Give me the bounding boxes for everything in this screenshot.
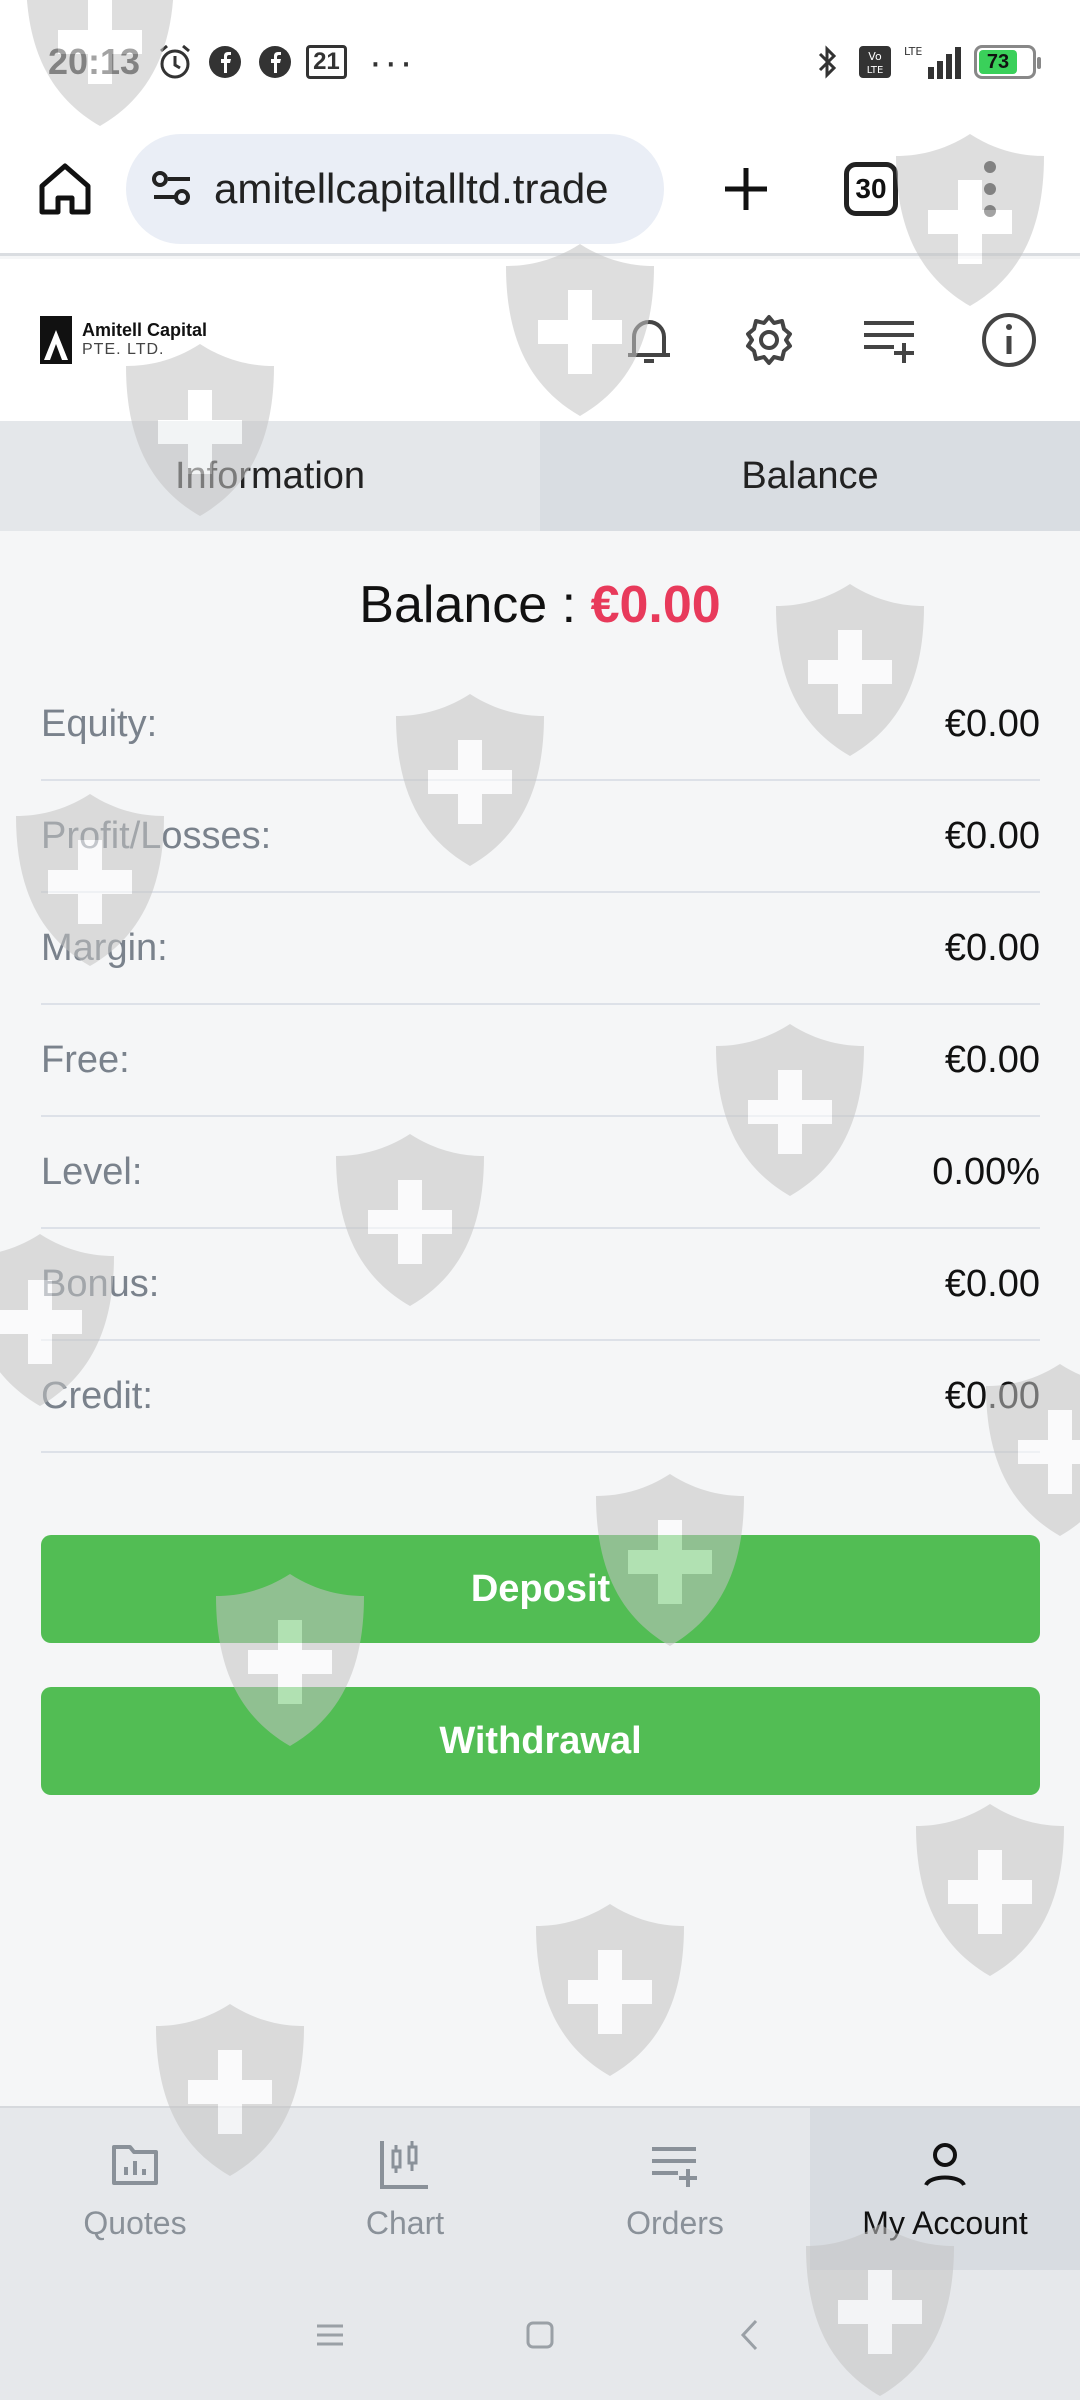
deposit-button[interactable]: Deposit: [41, 1535, 1040, 1643]
back-icon[interactable]: [730, 2315, 770, 2355]
company-logo[interactable]: Amitell Capital PTE. LTD.: [40, 316, 207, 364]
address-bar[interactable]: amitellcapitalltd.trade: [126, 133, 664, 244]
bluetooth-icon: [808, 43, 846, 81]
nav-chart[interactable]: Chart: [270, 2108, 540, 2270]
equity-row: Equity: €0.00: [41, 669, 1040, 781]
signal-icon: LTE: [904, 43, 964, 81]
nav-label: Quotes: [83, 2204, 187, 2241]
tab-information[interactable]: Information: [0, 421, 540, 531]
row-label: Equity:: [41, 702, 158, 745]
level-row: Level: 0.00%: [41, 1117, 1040, 1229]
row-value: €0.00: [944, 702, 1040, 745]
row-label: Profit/Losses:: [41, 814, 272, 857]
row-value: €0.00: [944, 1262, 1040, 1305]
svg-text:Vo: Vo: [868, 50, 882, 63]
logo-subtitle: PTE. LTD.: [82, 341, 165, 359]
account-icon: [924, 2142, 966, 2186]
nav-label: Chart: [365, 2204, 445, 2241]
settings-gear-icon[interactable]: [738, 309, 800, 371]
balance-amount: €0.00: [590, 576, 721, 634]
tab-switcher-button[interactable]: 30: [844, 161, 898, 216]
status-bar: 20:13 21 ··· Vo LTE LTE 73: [0, 0, 1080, 124]
nav-my-account[interactable]: My Account: [810, 2108, 1080, 2270]
chart-icon: [380, 2140, 428, 2189]
volte-icon: Vo LTE: [856, 43, 894, 81]
row-label: Credit:: [41, 1374, 153, 1417]
nav-quotes[interactable]: Quotes: [0, 2108, 270, 2270]
facebook-icon: [206, 43, 244, 81]
row-value: 0.00%: [932, 1150, 1040, 1193]
logo-name: Amitell Capital: [82, 320, 208, 341]
row-value: €0.00: [944, 1038, 1040, 1081]
balance-title-label: Balance :: [359, 576, 591, 634]
system-navigation-bar: [0, 2270, 1080, 2400]
more-notifications-icon: ···: [368, 40, 415, 84]
add-list-icon[interactable]: [858, 309, 920, 371]
row-value: €0.00: [944, 1374, 1040, 1417]
credit-row: Credit: €0.00: [41, 1341, 1040, 1453]
site-settings-icon[interactable]: [148, 165, 196, 213]
home-button-icon[interactable]: [520, 2315, 560, 2355]
margin-row: Margin: €0.00: [41, 893, 1040, 1005]
alarm-icon: [156, 43, 194, 81]
browser-toolbar: amitellcapitalltd.trade 30: [0, 124, 1080, 256]
info-icon[interactable]: [978, 309, 1040, 371]
new-tab-icon[interactable]: [706, 149, 786, 229]
tab-balance[interactable]: Balance: [540, 421, 1080, 531]
nav-label: My Account: [862, 2204, 1028, 2241]
battery-icon: 73: [974, 45, 1041, 79]
row-value: €0.00: [944, 926, 1040, 969]
facebook-icon: [256, 43, 294, 81]
recent-apps-icon[interactable]: [310, 2315, 350, 2355]
account-tabs: Information Balance: [0, 421, 1080, 531]
status-time: 20:13: [48, 41, 141, 82]
profit-losses-row: Profit/Losses: €0.00: [41, 781, 1040, 893]
free-row: Free: €0.00: [41, 1005, 1040, 1117]
battery-level: 73: [979, 50, 1017, 74]
bonus-row: Bonus: €0.00: [41, 1229, 1040, 1341]
withdrawal-button[interactable]: Withdrawal: [41, 1687, 1040, 1795]
orders-icon: [652, 2146, 697, 2187]
row-label: Free:: [41, 1038, 130, 1081]
row-label: Bonus:: [41, 1262, 160, 1305]
row-value: €0.00: [944, 814, 1040, 857]
balance-title: Balance : €0.00: [0, 575, 1080, 647]
home-icon[interactable]: [30, 154, 100, 224]
row-label: Level:: [41, 1150, 143, 1193]
nav-label: Orders: [626, 2204, 724, 2241]
notifications-bell-icon[interactable]: [618, 309, 680, 371]
quotes-icon: [112, 2144, 158, 2185]
app-header: Amitell Capital PTE. LTD.: [0, 259, 1080, 421]
browser-menu-icon[interactable]: [980, 160, 1000, 217]
url-text: amitellcapitalltd.trade: [214, 164, 609, 212]
notification-count-badge: 21: [306, 45, 347, 79]
svg-text:LTE: LTE: [904, 45, 922, 58]
nav-orders[interactable]: Orders: [540, 2108, 810, 2270]
svg-text:LTE: LTE: [867, 65, 884, 76]
balance-details: Equity: €0.00 Profit/Losses: €0.00 Margin:…: [41, 669, 1040, 1453]
logo-mark-icon: [40, 316, 72, 364]
row-label: Margin:: [41, 926, 168, 969]
bottom-navigation: Quotes Chart Orders My Account: [0, 2106, 1080, 2270]
balance-panel: Balance : €0.00 Equity: €0.00 Profit/Loss…: [0, 531, 1080, 2106]
